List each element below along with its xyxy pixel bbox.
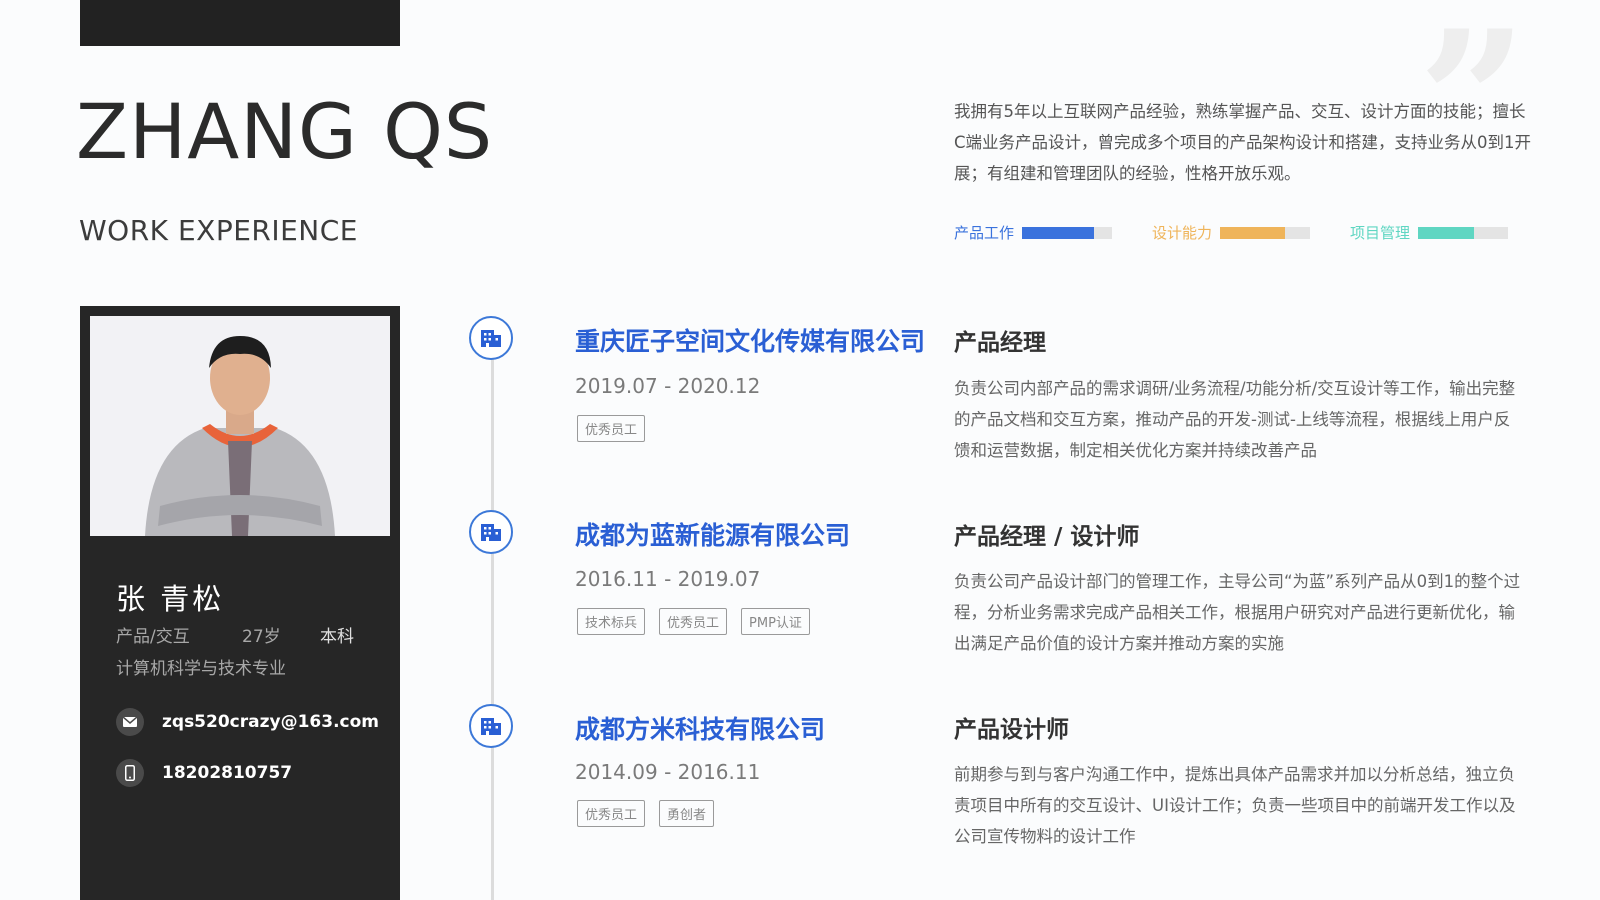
skill-project: 项目管理 — [1350, 222, 1509, 243]
phone-text: 18202810757 — [162, 763, 293, 783]
company-name: 成都为蓝新能源有限公司 — [575, 521, 851, 550]
profile-card: 张 青松 产品/交互 27岁 本科 计算机科学与技术专业 zqs520crazy@1… — [80, 306, 400, 900]
skill-track — [1022, 226, 1113, 239]
honor-tag: 勇创者 — [659, 800, 715, 827]
age-text: 27岁 — [242, 627, 281, 647]
profile-photo — [90, 316, 390, 536]
job-title: 产品经理 — [954, 330, 1046, 356]
email-text: zqs520crazy@163.com — [162, 712, 379, 732]
chinese-name: 张 青松 — [116, 582, 225, 616]
header-decor-bar — [80, 0, 400, 46]
job-description: 负责公司产品设计部门的管理工作，主导公司“为蓝”系列产品从0到1的整个过程，分析… — [954, 572, 1521, 653]
skill-bars: 产品工作 设计能力 项目管理 — [954, 222, 1524, 246]
self-introduction: 我拥有5年以上互联网产品经验，熟练掌握产品、交互、设计方面的技能；擅长C端业务产… — [954, 102, 1532, 183]
honor-tag: 优秀员工 — [577, 800, 646, 827]
position-text: 产品/交互 — [116, 627, 190, 647]
skill-fill — [1418, 226, 1474, 239]
honor-tags: 优秀员工 — [577, 415, 646, 442]
honor-tags: 优秀员工 勇创者 — [577, 800, 715, 827]
skill-fill — [1022, 226, 1095, 239]
honor-tag: PMP认证 — [741, 608, 810, 635]
skill-design: 设计能力 — [1152, 222, 1311, 243]
mail-icon — [116, 708, 144, 736]
skill-track — [1220, 226, 1311, 239]
honor-tag: 技术标兵 — [577, 608, 646, 635]
company-name: 重庆匠子空间文化传媒有限公司 — [575, 327, 926, 356]
profile-meta-row: 产品/交互 27岁 本科 — [116, 622, 354, 647]
email-row: zqs520crazy@163.com — [116, 708, 379, 736]
honor-tag: 优秀员工 — [659, 608, 728, 635]
section-subtitle: WORK EXPERIENCE — [79, 214, 358, 247]
phone-row: 18202810757 — [116, 759, 292, 787]
job-title: 产品设计师 — [954, 717, 1069, 743]
english-name-title: ZHANG QS — [76, 87, 494, 176]
phone-icon — [116, 759, 144, 787]
job-title: 产品经理 / 设计师 — [954, 524, 1140, 550]
job-description: 前期参与到与客户沟通工作中，提炼出具体产品需求并加以分析总结，独立负责项目中所有… — [954, 765, 1516, 846]
building-icon — [469, 510, 513, 554]
skill-label: 产品工作 — [954, 224, 1015, 242]
timeline-line — [491, 355, 494, 900]
work-period: 2019.07 - 2020.12 — [575, 374, 761, 398]
building-icon — [469, 316, 513, 360]
honor-tags: 技术标兵 优秀员工 PMP认证 — [577, 608, 810, 635]
degree-text: 本科 — [320, 627, 354, 647]
honor-tag: 优秀员工 — [577, 415, 646, 442]
skill-product: 产品工作 — [954, 222, 1113, 243]
work-period: 2016.11 - 2019.07 — [575, 567, 761, 591]
work-period: 2014.09 - 2016.11 — [575, 760, 761, 784]
company-name: 成都方米科技有限公司 — [575, 715, 826, 744]
skill-label: 项目管理 — [1350, 224, 1411, 242]
skill-label: 设计能力 — [1152, 224, 1213, 242]
major-text: 计算机科学与技术专业 — [116, 659, 286, 679]
job-description: 负责公司内部产品的需求调研/业务流程/功能分析/交互设计等工作，输出完整的产品文… — [954, 379, 1516, 460]
avatar-illustration — [90, 316, 390, 536]
building-icon — [469, 704, 513, 748]
skill-fill — [1220, 226, 1285, 239]
skill-track — [1418, 226, 1509, 239]
